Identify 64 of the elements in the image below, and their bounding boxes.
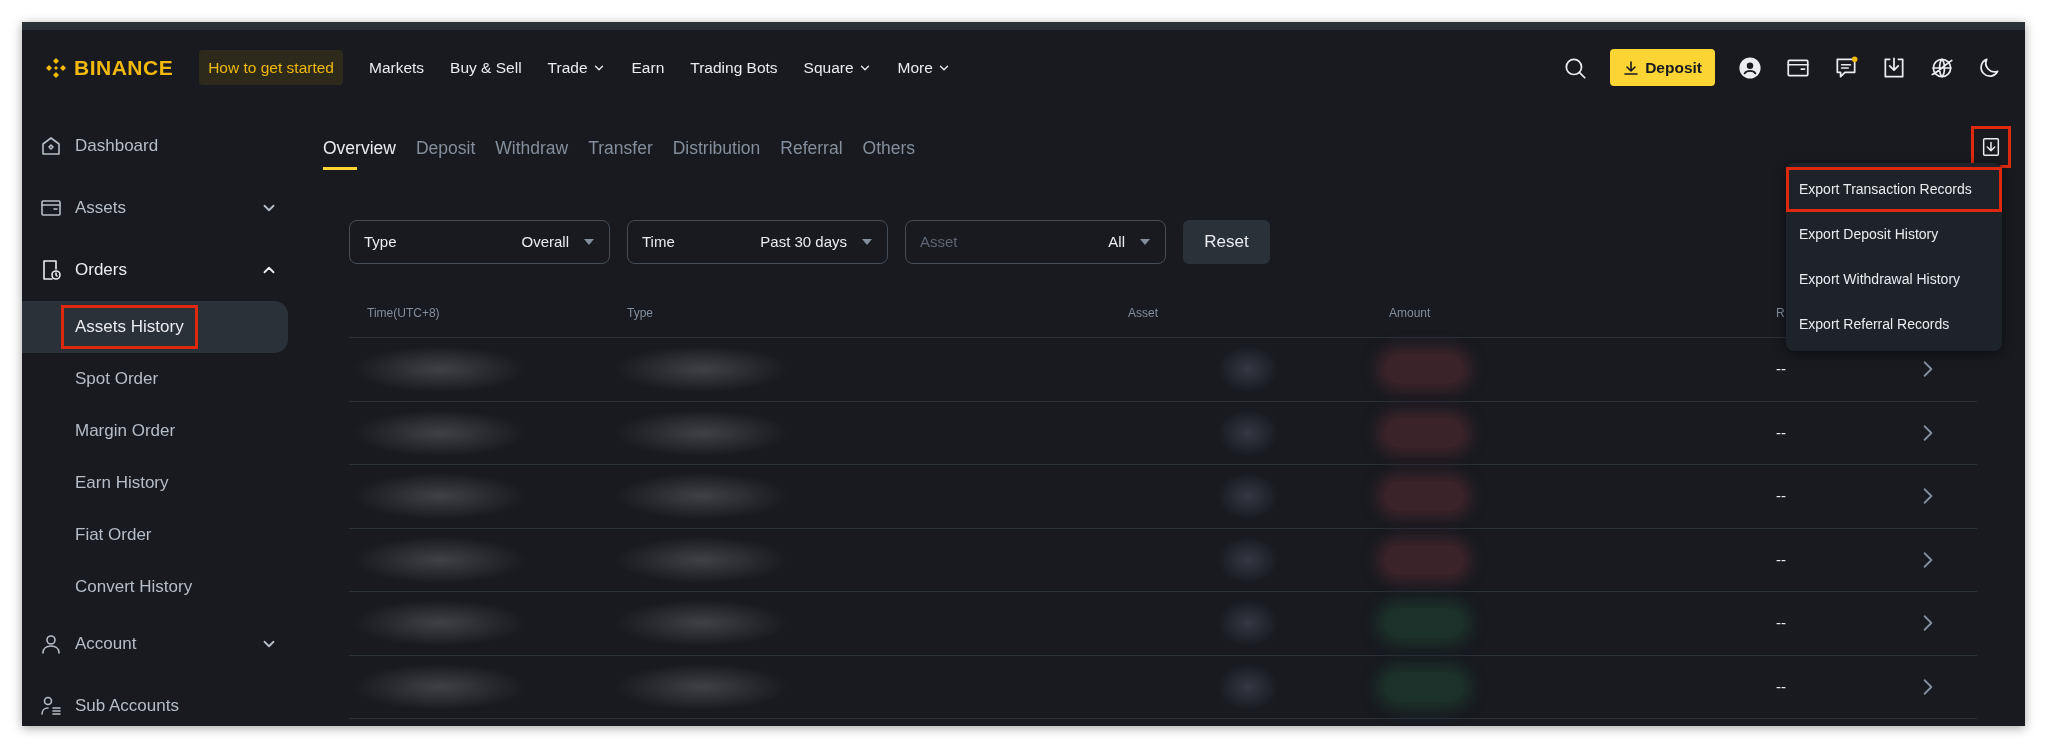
sidebar-item[interactable]: Account <box>22 613 300 675</box>
house-icon <box>39 134 63 158</box>
sidebar-item[interactable]: Assets <box>22 177 300 239</box>
menu-item[interactable]: Export Transaction Records <box>1786 167 2002 212</box>
person-list-icon <box>39 694 63 718</box>
caret-down-icon <box>583 238 595 246</box>
caret-down-icon <box>861 238 873 246</box>
download-icon <box>1623 59 1640 76</box>
filter-dropdown[interactable]: Type Overall <box>349 220 610 264</box>
sidebar-subitem[interactable]: Assets History <box>22 301 288 353</box>
chevron-right-icon[interactable] <box>1921 550 1935 569</box>
sidebar-item[interactable]: Orders <box>22 239 300 301</box>
table-cell-text: -- <box>1776 422 1786 443</box>
tab[interactable]: Distribution <box>672 129 761 179</box>
sidebar-subitem[interactable]: Convert History <box>22 561 288 613</box>
deposit-button[interactable]: Deposit <box>1610 48 1715 87</box>
chevron-right-icon[interactable] <box>1921 360 1935 379</box>
filter-dropdown[interactable]: Time Past 30 days <box>627 220 888 264</box>
table-cell-text: -- <box>1776 549 1786 570</box>
table-cell-text: -- <box>1776 676 1786 697</box>
column-header: Type <box>627 305 653 322</box>
avatar-icon[interactable] <box>1737 54 1763 81</box>
tab[interactable]: Others <box>862 129 916 179</box>
tab[interactable]: Transfer <box>588 129 653 179</box>
chevron-right-icon[interactable] <box>1921 423 1935 442</box>
messages-icon[interactable] <box>1833 54 1859 81</box>
sidebar-item[interactable]: Sub Accounts <box>22 675 300 726</box>
menu-item[interactable]: Export Withdrawal History <box>1786 257 2002 302</box>
menu-item[interactable]: Export Referral Records <box>1786 302 2002 347</box>
column-header: Time(UTC+8) <box>367 305 440 322</box>
diamond-logo-icon <box>44 55 68 80</box>
tab[interactable]: Referral <box>780 129 843 179</box>
sidebar-subitem[interactable]: Margin Order <box>22 405 288 457</box>
sidebar-subitem[interactable]: Spot Order <box>22 353 288 405</box>
sidebar-subitem[interactable]: Earn History <box>22 457 288 509</box>
table-cell-text: -- <box>1776 613 1786 633</box>
nav-link[interactable]: More <box>897 55 951 80</box>
sidebar-subitem[interactable]: Fiat Order <box>22 509 288 561</box>
chevron-right-icon[interactable] <box>1921 677 1935 696</box>
column-header: Asset <box>1128 305 1158 322</box>
nav-link[interactable]: Square <box>803 55 872 80</box>
table-cell-text: -- <box>1776 359 1786 379</box>
tab[interactable]: Overview <box>323 129 396 179</box>
tab[interactable]: Deposit <box>415 129 476 179</box>
nav-link[interactable]: Markets <box>368 55 425 80</box>
menu-item[interactable]: Export Deposit History <box>1786 212 2002 257</box>
chevron-right-icon[interactable] <box>1921 614 1935 633</box>
logo-text: BINANCE <box>74 54 174 81</box>
tab[interactable]: Withdraw <box>495 129 569 179</box>
guide-link[interactable]: How to get started <box>199 49 343 86</box>
sidebar-item[interactable]: Dashboard <box>22 115 300 177</box>
reset-button[interactable]: Reset <box>1183 220 1270 264</box>
download-icon <box>1980 136 2002 158</box>
nav-link[interactable]: Earn <box>631 55 665 80</box>
nav-link[interactable]: Trading Bots <box>690 55 778 80</box>
column-header: R <box>1776 305 1785 322</box>
column-header: Amount <box>1389 305 1431 322</box>
filter-dropdown[interactable]: Asset All <box>905 220 1166 264</box>
nav-link[interactable]: Trade <box>547 55 606 80</box>
table-cell-text: -- <box>1776 486 1786 506</box>
caret-down-icon <box>1139 238 1151 246</box>
person-icon <box>39 632 63 656</box>
chevron-right-icon[interactable] <box>1921 487 1935 506</box>
nav-link[interactable]: Buy & Sell <box>450 55 522 80</box>
